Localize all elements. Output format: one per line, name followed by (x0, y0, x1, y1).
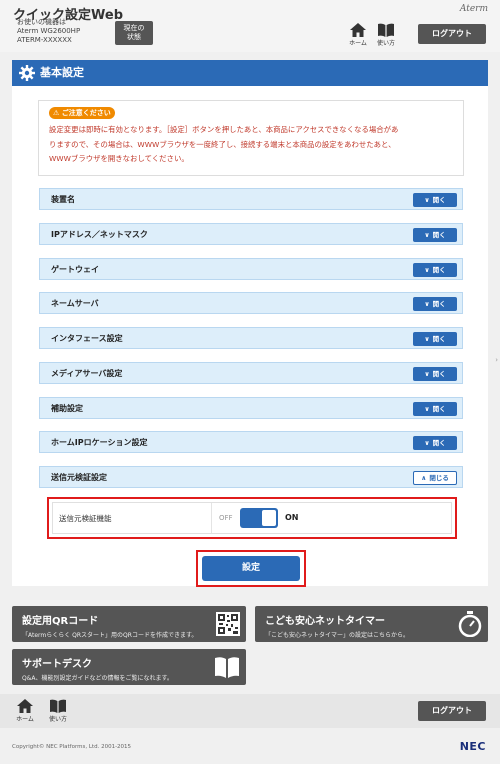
scroll-indicator-icon: › (495, 356, 498, 364)
chevron-down-icon: ∨ (424, 196, 430, 204)
section-gateway[interactable]: ゲートウェイ ∨ 開く (39, 258, 463, 280)
close-button[interactable]: ∧ 閉じる (413, 471, 457, 485)
section-ip-netmask[interactable]: IPアドレス／ネットマスク ∨ 開く (39, 223, 463, 245)
footer-help-button[interactable]: 使い方 (45, 699, 71, 723)
chevron-down-icon: ∨ (424, 335, 430, 343)
device-model: Aterm WG2600HP (17, 27, 81, 35)
section-media-server[interactable]: メディアサーバ設定 ∨ 開く (39, 362, 463, 384)
source-verification-toggle[interactable] (240, 508, 278, 528)
support-desk-tile[interactable]: サポートデスク Q&A、機能別設定ガイドなどの情報をご覧になれます。 (12, 649, 246, 685)
qr-code-tile[interactable]: 設定用QRコード 「Atermらくらく QRスタート」用のQRコードを作成できま… (12, 606, 246, 642)
page-title: 基本設定 (12, 60, 488, 86)
open-button[interactable]: ∨ 開く (413, 193, 457, 207)
nec-logo: NEC (459, 740, 486, 753)
chevron-up-icon: ∧ (421, 474, 427, 482)
open-button[interactable]: ∨ 開く (413, 367, 457, 381)
chevron-down-icon: ∨ (424, 231, 430, 239)
home-icon (350, 23, 366, 37)
source-verification-setting: 送信元検証機能 OFF ON (47, 497, 457, 539)
notice-text: 設定変更は即時に有効となります。［設定］ボタンを押したあと、本商品にアクセスでき… (49, 125, 399, 163)
open-button[interactable]: ∨ 開く (413, 297, 457, 311)
section-auxiliary[interactable]: 補助設定 ∨ 開く (39, 397, 463, 419)
chevron-down-icon: ∨ (424, 405, 430, 413)
logout-button[interactable]: ログアウト (418, 24, 486, 44)
setting-label: 送信元検証機能 (59, 514, 112, 523)
device-caption: お使いの機器は (17, 18, 66, 26)
device-info: お使いの機器は Aterm WG2600HP ATERM-XXXXXX (17, 18, 80, 45)
chevron-down-icon: ∨ (424, 370, 430, 378)
aterm-logo: Aterm (459, 4, 488, 14)
help-nav-button[interactable]: 使い方 (373, 23, 399, 47)
header: クイック設定Web お使いの機器は Aterm WG2600HP ATERM-X… (0, 0, 500, 52)
current-status-button[interactable]: 現在の 状態 (115, 21, 153, 45)
notice-badge: ⚠ ご注意ください (49, 107, 115, 119)
book-icon (378, 23, 394, 37)
section-device-name[interactable]: 装置名 ∨ 開く (39, 188, 463, 210)
submit-highlight: 設定 (196, 550, 306, 587)
open-button[interactable]: ∨ 開く (413, 263, 457, 277)
off-label: OFF (219, 514, 233, 522)
on-label: ON (285, 513, 299, 522)
chevron-down-icon: ∨ (424, 266, 430, 274)
copyright: Copyright© NEC Platforms, Ltd. 2001-2015 (12, 744, 132, 750)
basic-settings-card: 基本設定 ⚠ ご注意ください 設定変更は即時に有効となります。［設定］ボタンを押… (12, 60, 488, 587)
footer-logout-button[interactable]: ログアウト (418, 701, 486, 721)
section-source-verification[interactable]: 送信元検証設定 ∧ 閉じる (39, 466, 463, 488)
home-icon (17, 699, 33, 713)
home-nav-button[interactable]: ホーム (345, 23, 371, 47)
notice-box: ⚠ ご注意ください 設定変更は即時に有効となります。［設定］ボタンを押したあと、… (38, 100, 464, 176)
book-icon (50, 699, 66, 713)
section-interface[interactable]: インタフェース設定 ∨ 開く (39, 327, 463, 349)
open-button[interactable]: ∨ 開く (413, 228, 457, 242)
section-name-server[interactable]: ネームサーバ ∨ 開く (39, 292, 463, 314)
gear-icon (19, 65, 35, 81)
footer-home-button[interactable]: ホーム (12, 699, 38, 723)
device-name: ATERM-XXXXXX (17, 36, 72, 44)
apply-settings-button[interactable]: 設定 (202, 556, 300, 581)
open-button[interactable]: ∨ 開く (413, 436, 457, 450)
footer-nav: ホーム 使い方 ログアウト (0, 694, 500, 728)
qr-code-icon (216, 612, 240, 636)
section-home-ip-location[interactable]: ホームIPロケーション設定 ∨ 開く (39, 431, 463, 453)
stopwatch-icon (458, 611, 482, 637)
chevron-down-icon: ∨ (424, 300, 430, 308)
kids-timer-tile[interactable]: こども安心ネットタイマー 「こども安心ネットタイマー」の設定はこちらから。 (255, 606, 488, 642)
chevron-down-icon: ∨ (424, 439, 430, 447)
open-button[interactable]: ∨ 開く (413, 332, 457, 346)
open-button[interactable]: ∨ 開く (413, 402, 457, 416)
book-icon (215, 657, 239, 678)
